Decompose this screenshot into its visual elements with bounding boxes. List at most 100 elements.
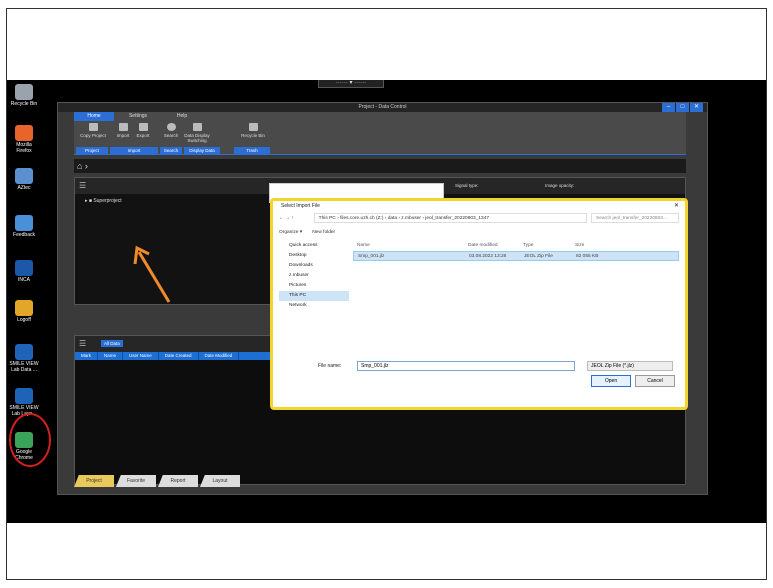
close-button[interactable]: ✕ <box>690 103 703 112</box>
file-list-header: Name Date modified Type Size <box>353 241 679 251</box>
ribbon-tabs: Home Settings Help <box>74 112 686 121</box>
organize-menu[interactable]: Organize ▾ <box>279 230 302 235</box>
nav-item-quick-access[interactable]: Quick access <box>279 241 349 251</box>
nav-item-desktop[interactable]: Desktop <box>279 251 349 261</box>
image-opacity-label: Image opacity: <box>545 183 575 188</box>
desktop-icon-label: Feedback <box>13 232 35 238</box>
nav-item-downloads[interactable]: Downloads <box>279 261 349 271</box>
col-mark[interactable]: Mark <box>75 352 98 360</box>
desktop-icon[interactable]: Mozilla Firefox <box>9 125 39 154</box>
search-icon <box>166 123 176 131</box>
maximize-button[interactable]: □ <box>676 103 689 112</box>
group-display-data: Display Data <box>184 147 220 154</box>
app-icon <box>15 125 33 141</box>
cancel-button[interactable]: Cancel <box>635 375 675 387</box>
file-size: 82 055 KB <box>576 254 599 259</box>
minimize-button[interactable]: – <box>662 103 675 112</box>
tab-layout[interactable]: Layout <box>200 475 240 487</box>
new-folder-button[interactable]: New folder <box>312 230 335 235</box>
address-bar: ← → ↑ This PC › files.core.uzh.ch (Z:) ›… <box>279 213 679 223</box>
import-icon <box>118 123 128 131</box>
app-icon <box>15 84 33 100</box>
trash-icon <box>248 123 258 131</box>
nav-item-this-pc[interactable]: This PC <box>279 291 349 301</box>
command-bar: Organize ▾ New folder <box>279 227 679 237</box>
search-input[interactable]: Search jeol_transfer_20220803... <box>591 213 679 223</box>
desktop: ······ ▾ ······ Recycle Bin Mozilla Firef… <box>7 80 766 523</box>
nav-pane: Quick access Desktop Downloads z.mbuser … <box>279 241 349 361</box>
col-file-name[interactable]: Name <box>353 241 468 251</box>
file-row[interactable]: Smp_001.jlz 03.08.2022 13:26 JEOL Zip Fi… <box>353 251 679 261</box>
app-icon <box>15 344 33 360</box>
tab-help[interactable]: Help <box>162 112 202 121</box>
col-date-created[interactable]: Date Created <box>159 352 199 360</box>
desktop-icon-label: SMILE VIEW Lab Data ... <box>9 361 39 373</box>
copy-project-button[interactable]: Copy Project <box>80 123 106 138</box>
display-icon <box>192 123 202 131</box>
file-list: Name Date modified Type Size Smp_001.jlz… <box>353 241 679 361</box>
export-icon <box>138 123 148 131</box>
dialog-title-bar: Select Import File ✕ <box>273 201 685 211</box>
title-bar: Project - Data Control – □ ✕ <box>58 103 707 112</box>
file-type-select[interactable]: JEOL Zip File (*.jlz) <box>587 361 673 371</box>
group-import: Import <box>110 147 158 154</box>
tab-favorite[interactable]: Favorite <box>116 475 156 487</box>
desktop-icon[interactable]: AZtec <box>9 168 39 191</box>
remote-session-tab[interactable]: ······ ▾ ······ <box>318 80 384 88</box>
nav-arrows[interactable]: ← → ↑ <box>279 216 294 221</box>
desktop-icon-label: AZtec <box>17 185 31 191</box>
list-view-icon[interactable]: ☰ <box>79 339 86 348</box>
close-icon[interactable]: ✕ <box>674 201 679 211</box>
desktop-icon[interactable]: INCA <box>9 260 39 283</box>
col-date-modified[interactable]: Date modified <box>468 241 523 251</box>
all-data-button[interactable]: All Data <box>101 340 123 347</box>
file-name-input[interactable]: Smp_001.jlz <box>357 361 575 371</box>
desktop-icon-label: Mozilla Firefox <box>16 142 32 154</box>
col-size[interactable]: Size <box>575 241 615 251</box>
home-icon[interactable]: ⌂ › <box>77 161 88 171</box>
desktop-icon-label: Logoff <box>17 317 31 323</box>
export-button[interactable]: Export <box>130 123 156 138</box>
path-field[interactable]: This PC › files.core.uzh.ch (Z:) › data … <box>313 213 587 223</box>
file-type: JEOL Zip File <box>524 254 553 259</box>
list-view-icon[interactable]: ☰ <box>79 181 86 190</box>
nav-item-pictures[interactable]: Pictures <box>279 281 349 291</box>
signal-type-label: Signal type: <box>455 183 479 188</box>
tab-home[interactable]: Home <box>74 112 114 121</box>
desktop-icon[interactable]: Feedback <box>9 215 39 238</box>
window-title: Project - Data Control <box>358 104 407 110</box>
tab-report[interactable]: Report <box>158 475 198 487</box>
select-import-file-dialog: Select Import File ✕ ← → ↑ This PC › fil… <box>270 198 688 410</box>
open-button[interactable]: Open <box>591 375 631 387</box>
file-name-label: File name: <box>318 363 342 369</box>
data-display-switching-button[interactable]: Data Display Switching <box>184 123 210 143</box>
col-type[interactable]: Type <box>523 241 575 251</box>
col-name[interactable]: Name <box>98 352 124 360</box>
group-project: Project <box>76 147 108 154</box>
tab-settings[interactable]: Settings <box>118 112 158 121</box>
app-icon <box>15 260 33 276</box>
desktop-icon[interactable]: Recycle Bin <box>9 84 39 107</box>
dialog-title: Select Import File <box>281 203 320 209</box>
desktop-icon-label: INCA <box>18 277 30 283</box>
nav-item-network[interactable]: Network <box>279 301 349 311</box>
desktop-icon[interactable]: Logoff <box>9 300 39 323</box>
group-trash: Trash <box>234 147 270 154</box>
app-icon <box>15 300 33 316</box>
app-icon <box>15 168 33 184</box>
file-date: 03.08.2022 13:26 <box>469 254 507 259</box>
col-user-name[interactable]: User Name <box>123 352 159 360</box>
tree-item[interactable]: ▸ ■ Superproject <box>85 198 122 204</box>
copy-icon <box>88 123 98 131</box>
col-date-modified[interactable]: Date Modified <box>199 352 240 360</box>
tab-project[interactable]: Project <box>74 475 114 487</box>
bottom-tabs: Project Favorite Report Layout <box>74 475 242 487</box>
nav-item-zmbuser[interactable]: z.mbuser <box>279 271 349 281</box>
desktop-icon[interactable]: SMILE VIEW Lab Data ... <box>9 344 39 373</box>
app-icon <box>15 215 33 231</box>
annotation-arrow-icon <box>133 245 171 303</box>
ribbon: Copy Project Import Export Search Data D… <box>74 121 686 155</box>
search-button[interactable]: Search <box>158 123 184 138</box>
file-name: Smp_001.jlz <box>358 254 385 259</box>
recycle-bin-button[interactable]: Recycle Bin <box>240 123 266 138</box>
